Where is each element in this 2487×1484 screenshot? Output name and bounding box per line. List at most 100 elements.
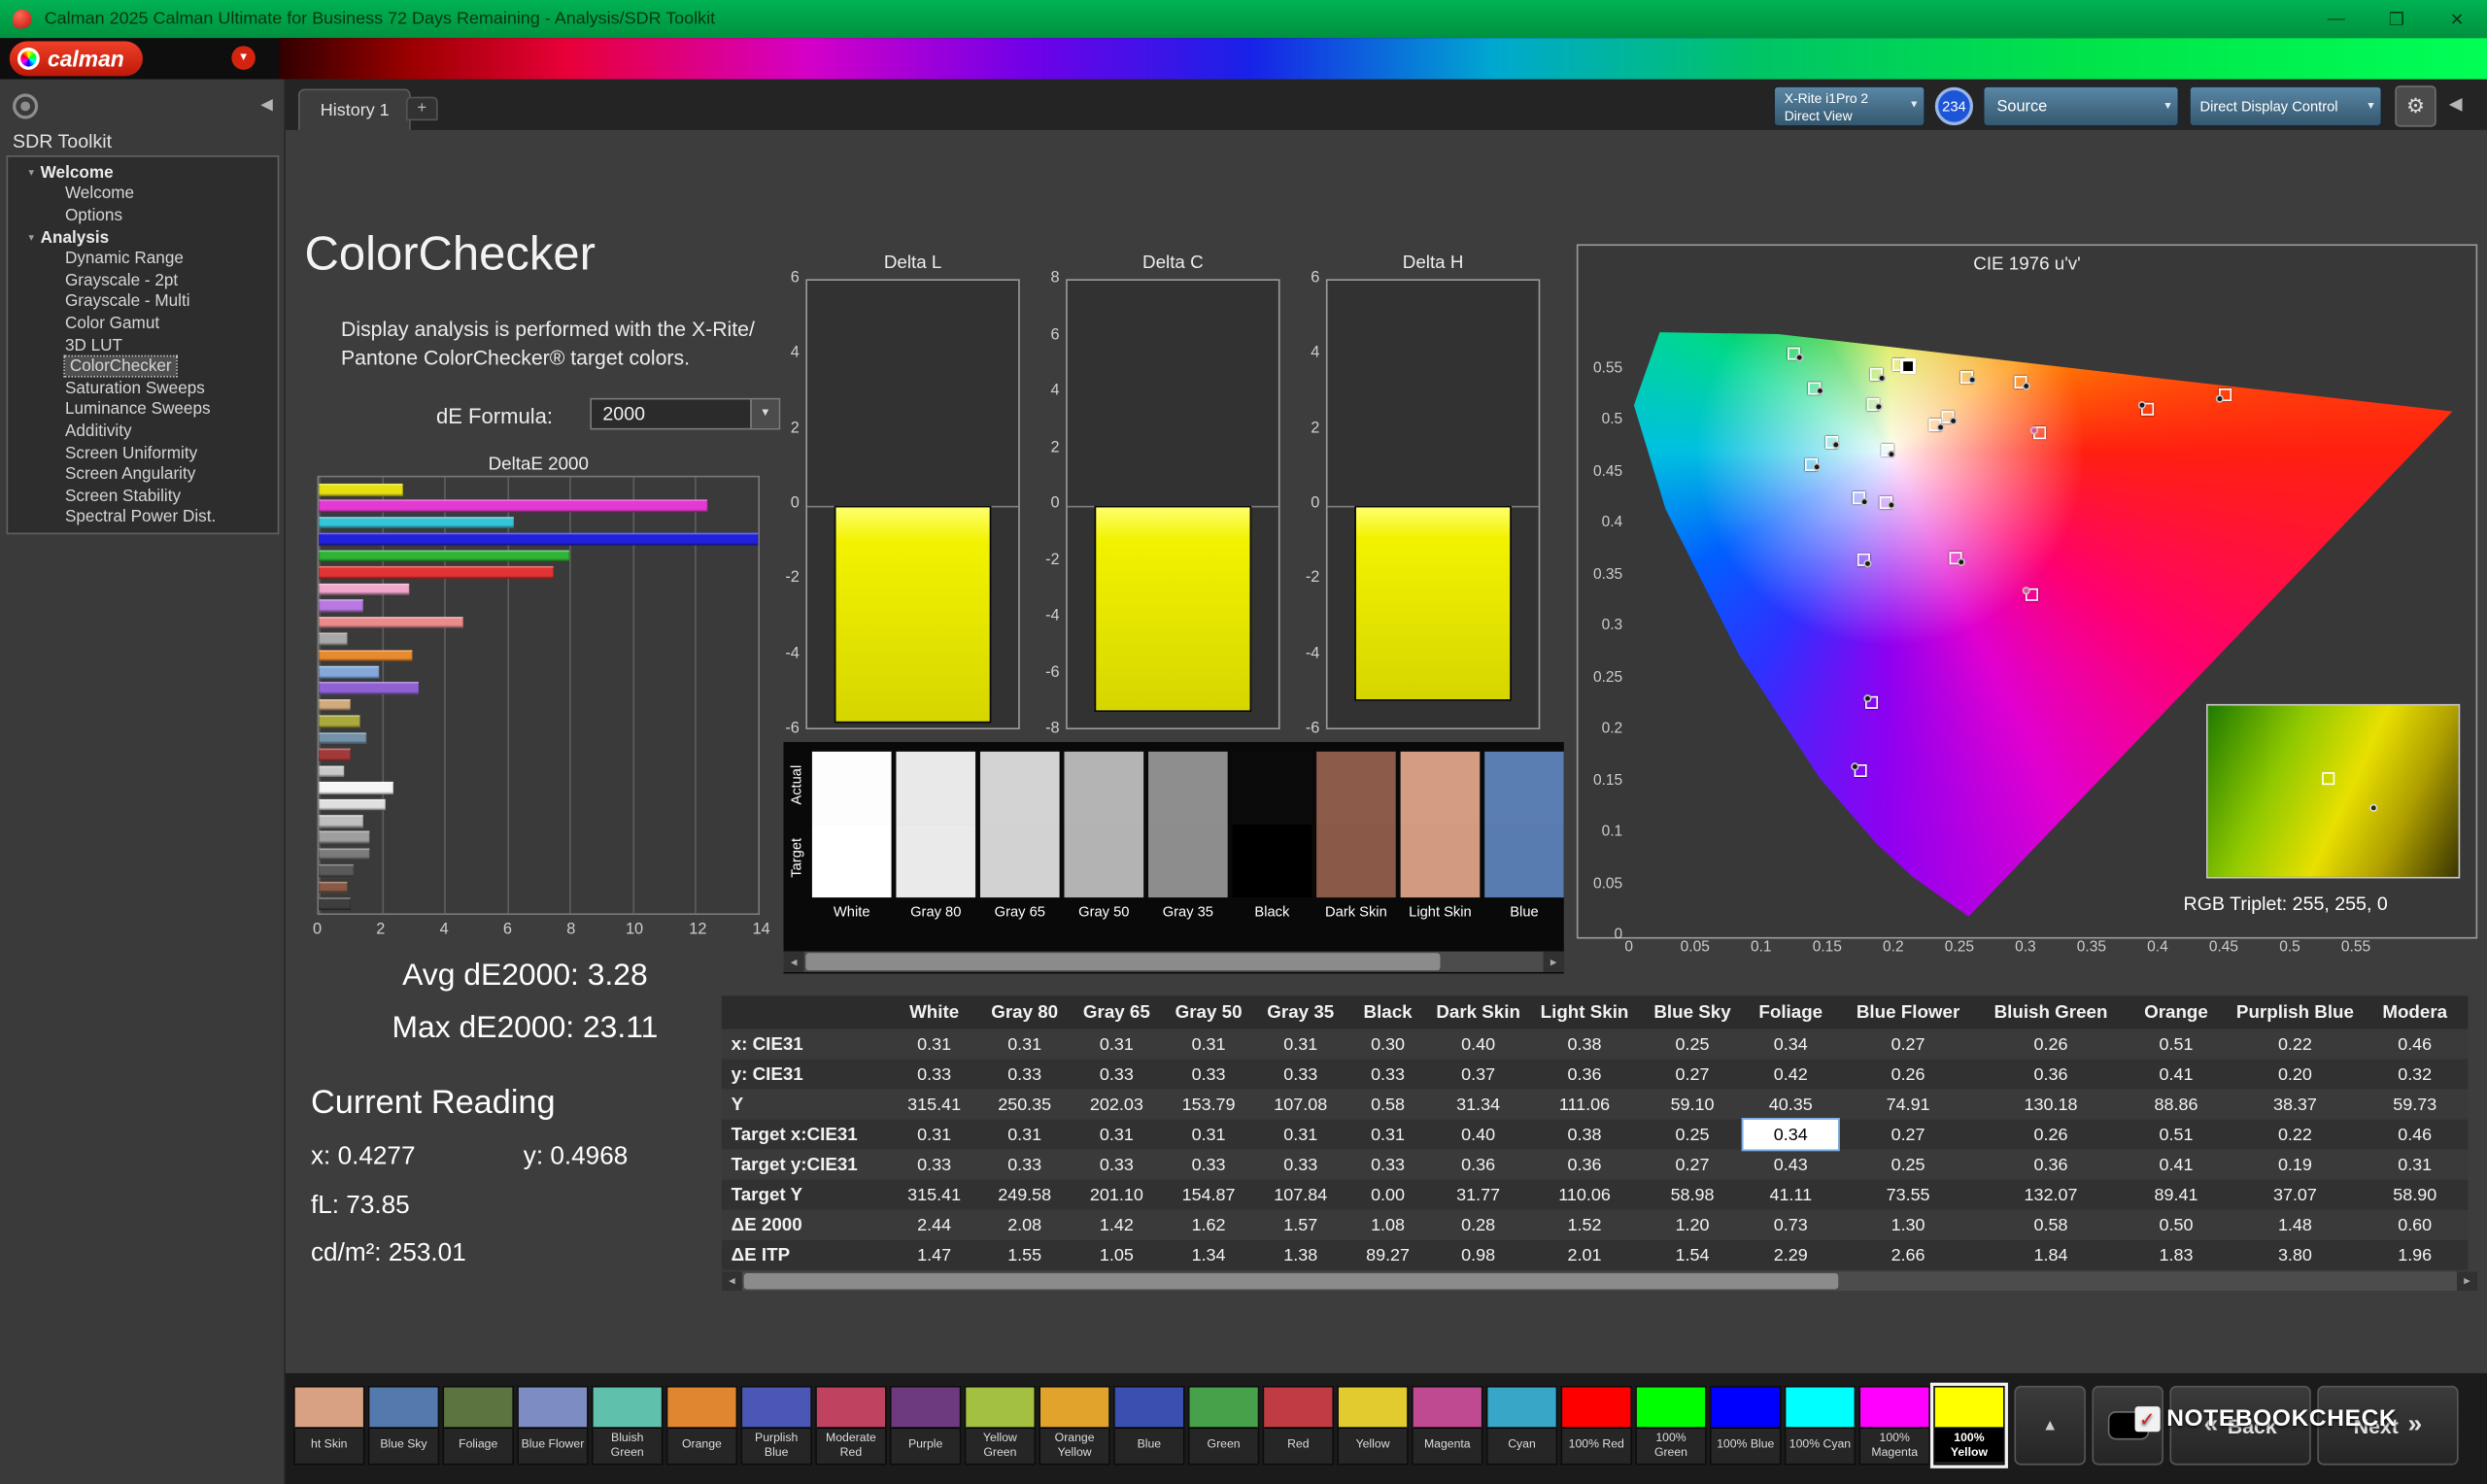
workflow-mode-button[interactable]: [13, 93, 38, 118]
patch-button-cyan[interactable]: Cyan: [1486, 1386, 1557, 1466]
display-control-button[interactable]: Direct Display Control ▼: [2189, 85, 2382, 126]
sidebar-item-welcome[interactable]: ▾Welcome: [8, 162, 278, 184]
patch-button-100-red[interactable]: 100% Red: [1561, 1386, 1632, 1466]
sidebar-item-options[interactable]: Options: [8, 205, 278, 226]
deltae-bar-chart: [318, 476, 761, 915]
table-cell: 0.33: [890, 1150, 978, 1180]
table-cell: 2.44: [890, 1210, 978, 1240]
patch-button-yellow-green[interactable]: Yellow Green: [965, 1386, 1036, 1466]
patch-button-bluish-green[interactable]: Bluish Green: [592, 1386, 663, 1466]
de-bar: [319, 798, 385, 810]
measurement-marker: [2216, 394, 2224, 402]
table-cell: 0.34: [1743, 1120, 1838, 1150]
scroll-left-icon[interactable]: ◂: [722, 1271, 742, 1291]
reading-fl: fL: 73.85: [311, 1193, 410, 1221]
column-header-black: Black: [1346, 995, 1429, 1029]
sidebar-item-color-gamut[interactable]: Color Gamut: [8, 313, 278, 334]
patch-swatch-blue: [1484, 752, 1564, 897]
logo-menu-button[interactable]: ▼: [231, 46, 255, 69]
page-description: Display analysis is performed with the X…: [341, 316, 817, 373]
scroll-left-icon[interactable]: ◂: [784, 952, 804, 972]
patch-button-100-magenta[interactable]: 100% Magenta: [1858, 1386, 1929, 1466]
sidebar-item-additivity[interactable]: Additivity: [8, 421, 278, 442]
next-button[interactable]: Next »: [2317, 1386, 2458, 1466]
axis-tick-label: -6: [1288, 720, 1320, 737]
maximize-button[interactable]: ❒: [2367, 0, 2427, 38]
sidebar-item-screen-uniformity[interactable]: Screen Uniformity: [8, 442, 278, 463]
add-tab-button[interactable]: +: [406, 97, 438, 120]
scroll-right-icon[interactable]: ▸: [2457, 1271, 2477, 1291]
patch-button-100-green[interactable]: 100% Green: [1635, 1386, 1706, 1466]
patch-button-orange-yellow[interactable]: Orange Yellow: [1039, 1386, 1109, 1466]
sidebar-item-grayscale-multi[interactable]: Grayscale - Multi: [8, 291, 278, 313]
scroll-up-button[interactable]: ▲: [2014, 1386, 2085, 1466]
patch-button-magenta[interactable]: Magenta: [1412, 1386, 1482, 1466]
rainbow-gradient: [279, 38, 2487, 79]
sidebar-item-grayscale-2pt[interactable]: Grayscale - 2pt: [8, 269, 278, 290]
sidebar-item-screen-angularity[interactable]: Screen Angularity: [8, 463, 278, 485]
sidebar-item-3d-lut[interactable]: 3D LUT: [8, 334, 278, 355]
source-selector-button[interactable]: Source ▼: [1983, 85, 2179, 126]
tab-history-1[interactable]: History 1: [298, 88, 412, 129]
scroll-right-icon[interactable]: ▸: [1544, 952, 1564, 972]
patch-button-100-yellow[interactable]: 100% Yellow: [1933, 1386, 2004, 1466]
sidebar-item-luminance-sweeps[interactable]: Luminance Sweeps: [8, 399, 278, 421]
reading-cdm2: cd/m²: 253.01: [311, 1240, 466, 1268]
table-cell: 0.31: [890, 1029, 978, 1060]
axis-tick-label: 0.1: [1582, 823, 1622, 840]
patch-button-foliage[interactable]: Foliage: [443, 1386, 514, 1466]
patch-button-purple[interactable]: Purple: [890, 1386, 961, 1466]
de-bar: [319, 765, 344, 777]
reading-y: y: 0.4968: [524, 1143, 628, 1171]
table-cell: 1.55: [978, 1240, 1071, 1270]
actual-color: [896, 752, 975, 825]
patch-button-moderate-red[interactable]: Moderate Red: [815, 1386, 886, 1466]
axis-tick-label: 0.1: [1737, 939, 1785, 957]
patch-button-orange[interactable]: Orange: [666, 1386, 737, 1466]
patch-button-red[interactable]: Red: [1263, 1386, 1334, 1466]
sidebar-item-colorchecker[interactable]: ColorChecker: [8, 355, 278, 377]
patch-strip-scrollbar[interactable]: ◂ ▸: [784, 952, 1564, 972]
axis-tick-label: 0.05: [1582, 874, 1622, 892]
patch-button-blue-flower[interactable]: Blue Flower: [517, 1386, 588, 1466]
close-button[interactable]: ✕: [2427, 0, 2487, 38]
pattern-window-button[interactable]: [2092, 1386, 2163, 1466]
back-button[interactable]: « Back: [2169, 1386, 2310, 1466]
patch-button-100-cyan[interactable]: 100% Cyan: [1785, 1386, 1856, 1466]
patch-button-label: Green: [1189, 1429, 1257, 1462]
meter-selector-button[interactable]: X-Rite i1Pro 2 Direct View ▼: [1773, 85, 1925, 126]
calman-logo[interactable]: calman: [10, 41, 144, 76]
patch-swatch-white: [812, 752, 892, 897]
de-bar: [319, 599, 362, 611]
right-panel-collapse-button[interactable]: ◀: [2449, 93, 2463, 114]
axis-tick-label: -4: [1288, 645, 1320, 662]
sidebar-item-screen-stability[interactable]: Screen Stability: [8, 485, 278, 506]
table-cell: 31.34: [1429, 1090, 1527, 1120]
sidebar-item-spectral-power-dist[interactable]: Spectral Power Dist.: [8, 507, 278, 528]
patch-comparison-strip: Actual Target WhiteGray 80Gray 65Gray 50…: [784, 742, 1564, 973]
table-scrollbar[interactable]: ◂ ▸: [722, 1271, 2477, 1291]
scrollbar-thumb[interactable]: [805, 953, 1440, 970]
patch-swatch-gray-50: [1065, 752, 1144, 897]
sidebar-item-analysis[interactable]: ▾Analysis: [8, 226, 278, 248]
patch-button-blue[interactable]: Blue: [1113, 1386, 1184, 1466]
sidebar-item-dynamic-range[interactable]: Dynamic Range: [8, 248, 278, 269]
table-row-target-x-cie31: Target x:CIE310.310.310.310.310.310.310.…: [722, 1120, 2469, 1150]
table-cell: 89.41: [2124, 1180, 2229, 1210]
settings-gear-button[interactable]: ⚙: [2395, 85, 2436, 126]
sidebar-item-welcome[interactable]: Welcome: [8, 184, 278, 205]
patch-button-green[interactable]: Green: [1188, 1386, 1259, 1466]
scrollbar-thumb[interactable]: [744, 1273, 1839, 1289]
patch-button-blue-sky[interactable]: Blue Sky: [368, 1386, 439, 1466]
sidebar-item-saturation-sweeps[interactable]: Saturation Sweeps: [8, 377, 278, 398]
minimize-button[interactable]: —: [2306, 0, 2367, 38]
sidebar-collapse-button[interactable]: ◀: [260, 97, 273, 115]
table-cell: 0.36: [1527, 1060, 1642, 1090]
table-cell: 0.19: [2229, 1150, 2362, 1180]
patch-button-ht-skin[interactable]: ht Skin: [293, 1386, 364, 1466]
patch-button-purplish-blue[interactable]: Purplish Blue: [740, 1386, 811, 1466]
de-formula-dropdown[interactable]: 2000 ▼: [590, 398, 780, 430]
target-color: [812, 825, 892, 897]
patch-button-yellow[interactable]: Yellow: [1337, 1386, 1408, 1466]
patch-button-100-blue[interactable]: 100% Blue: [1710, 1386, 1781, 1466]
